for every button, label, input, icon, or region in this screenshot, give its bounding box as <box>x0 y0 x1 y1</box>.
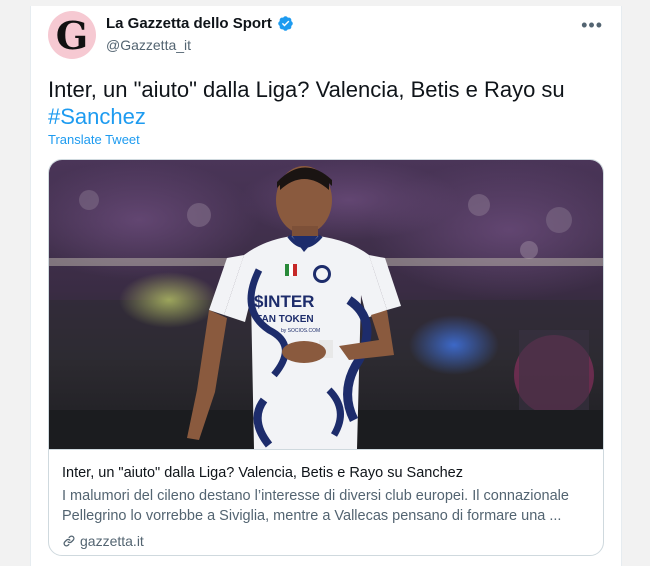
card-body: Inter, un "aiuto" dalla Liga? Valencia, … <box>62 463 592 549</box>
card-domain: gazzetta.it <box>80 533 144 549</box>
author-name[interactable]: La Gazzetta dello Sport <box>106 15 272 32</box>
author-handle[interactable]: @Gazzetta_it <box>106 37 191 53</box>
jersey-small-text: by SOCIOS.COM <box>281 328 320 334</box>
card-domain-row: gazzetta.it <box>62 533 592 549</box>
avatar[interactable]: G <box>48 11 96 59</box>
hashtag-link[interactable]: #Sanchez <box>48 104 146 129</box>
card-title: Inter, un "aiuto" dalla Liga? Valencia, … <box>62 465 463 481</box>
author-name-row: La Gazzetta dello Sport <box>106 15 294 32</box>
translate-tweet-link[interactable]: Translate Tweet <box>48 132 140 147</box>
jersey-sponsor-sub-text: FAN TOKEN <box>256 314 314 325</box>
screenshot-frame: G La Gazzetta dello Sport @Gazzetta_it •… <box>0 0 650 566</box>
card-description: I malumori del cileno destano l’interess… <box>62 488 569 524</box>
link-icon <box>63 535 75 547</box>
jersey-sponsor-text: $INTER <box>254 292 314 311</box>
card-image: $INTER FAN TOKEN by SOCIOS.COM <box>49 160 603 450</box>
tweet-text: Inter, un "aiuto" dalla Liga? Valencia, … <box>48 76 603 130</box>
more-options-icon[interactable]: ••• <box>581 16 603 34</box>
tweet-container: G La Gazzetta dello Sport @Gazzetta_it •… <box>30 6 622 566</box>
verified-badge-icon <box>278 16 293 31</box>
tweet-text-main: Inter, un "aiuto" dalla Liga? Valencia, … <box>48 77 565 102</box>
avatar-logo-letter: G <box>55 13 89 58</box>
link-preview-card[interactable]: $INTER FAN TOKEN by SOCIOS.COM Inter, un… <box>48 159 604 556</box>
